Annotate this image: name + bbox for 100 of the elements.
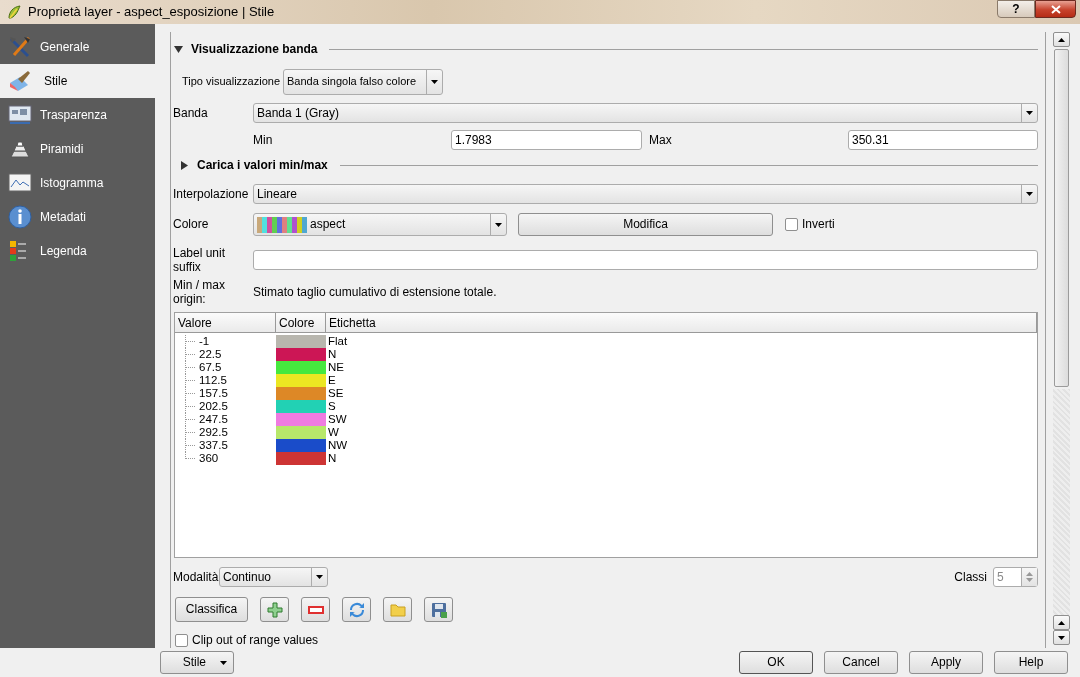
field-label: Banda <box>173 105 209 121</box>
field-label: Tipo visualizzazione <box>182 75 282 89</box>
up-arrow-icon <box>1058 620 1065 625</box>
sidebar-item[interactable]: Legenda <box>0 234 155 268</box>
caret-icon <box>316 575 323 579</box>
field-label: Interpolazione <box>173 186 250 202</box>
help-button[interactable]: ? <box>997 0 1035 18</box>
plus-icon <box>266 601 283 618</box>
interpolation-dropdown[interactable]: Lineare <box>253 184 1038 204</box>
refresh-button[interactable] <box>342 597 371 622</box>
table-cell-text: N <box>327 348 337 361</box>
spin-arrows-icon <box>1026 571 1033 583</box>
column-header[interactable]: Etichetta <box>326 313 1037 333</box>
remove-button[interactable] <box>301 597 330 622</box>
field-label: Min / max origin: <box>173 277 226 307</box>
table-cell-text: NW <box>327 439 348 452</box>
scroll-down-button[interactable] <box>1053 630 1070 645</box>
tools-icon <box>8 35 32 59</box>
table-cell-text: NE <box>327 361 344 374</box>
field-label: Modalità <box>173 569 219 585</box>
field-label: Colore <box>173 217 210 232</box>
classify-button[interactable]: Classifica <box>175 597 248 622</box>
color-swatch[interactable] <box>276 348 326 361</box>
clip-checkbox[interactable] <box>175 634 188 647</box>
scroll-up-button[interactable] <box>1053 615 1070 630</box>
table-cell-text: N <box>327 452 337 465</box>
color-swatch[interactable] <box>276 335 326 348</box>
open-button[interactable] <box>383 597 412 622</box>
table-cell-text: W <box>327 426 339 439</box>
table-cell: 202.5 <box>175 400 276 413</box>
section-title: Visualizzazione banda <box>191 41 318 57</box>
table-cell: 67.5 <box>175 361 276 374</box>
style-menu-button[interactable]: Stile <box>160 651 234 674</box>
render-type-dropdown[interactable]: Banda singola falso colore <box>283 69 443 95</box>
sidebar-item[interactable]: Trasparenza <box>0 98 155 132</box>
window-title: Proprietà layer - aspect_esposizione | Stile <box>28 4 275 20</box>
help-button[interactable]: Help <box>994 651 1068 674</box>
field-label: Max <box>649 132 673 148</box>
sidebar-item[interactable]: Generale <box>0 30 155 64</box>
refresh-icon <box>348 601 365 618</box>
column-header[interactable]: Colore <box>276 313 326 333</box>
close-icon <box>1050 4 1061 14</box>
section-title: Carica i valori min/max <box>197 157 328 173</box>
folder-icon <box>389 601 406 618</box>
color-ramp-dropdown[interactable]: aspect <box>253 213 507 236</box>
caret-icon <box>495 222 502 227</box>
caret-icon <box>220 660 227 665</box>
caret-icon <box>431 80 438 84</box>
color-swatch[interactable] <box>276 387 326 400</box>
up-arrow-icon <box>1058 37 1065 42</box>
table-cell: 247.5 <box>175 413 276 426</box>
table-cell: 112.5 <box>175 374 276 387</box>
edit-button[interactable]: Modifica <box>518 213 773 236</box>
invert-checkbox[interactable] <box>785 218 798 231</box>
app-logo-icon <box>6 4 22 20</box>
min-field[interactable]: 1.7983 <box>451 130 642 150</box>
color-swatch[interactable] <box>276 413 326 426</box>
color-swatch[interactable] <box>276 439 326 452</box>
table-cell: -1 <box>175 335 276 348</box>
cancel-button[interactable]: Cancel <box>824 651 898 674</box>
suffix-field[interactable] <box>253 250 1038 270</box>
caret-icon <box>1026 111 1033 115</box>
down-arrow-icon <box>1058 635 1065 640</box>
save-icon <box>430 601 447 618</box>
color-swatch[interactable] <box>276 361 326 374</box>
save-button[interactable] <box>424 597 453 622</box>
table-cell: 292.5 <box>175 426 276 439</box>
field-label: Classi <box>954 569 987 585</box>
color-swatch[interactable] <box>276 400 326 413</box>
add-button[interactable] <box>260 597 289 622</box>
table-cell-text: SE <box>327 387 344 400</box>
table-cell: 22.5 <box>175 348 276 361</box>
sidebar-item[interactable]: Istogramma <box>0 166 155 200</box>
column-header[interactable]: Valore <box>175 313 276 333</box>
sidebar-item[interactable]: Metadati <box>0 200 155 234</box>
ok-button[interactable]: OK <box>739 651 813 674</box>
origin-text: Stimato taglio cumulativo di estensione totale. <box>253 284 497 300</box>
map-icon <box>8 103 32 127</box>
table-cell-text: E <box>327 374 336 387</box>
scroll-up-button[interactable] <box>1053 32 1070 47</box>
max-field[interactable]: 350.31 <box>848 130 1038 150</box>
paintbrush-icon <box>8 69 32 93</box>
color-swatch[interactable] <box>276 426 326 439</box>
disclosure-triangle-icon[interactable] <box>180 160 189 170</box>
disclosure-triangle-icon[interactable] <box>174 44 183 54</box>
close-button[interactable] <box>1035 0 1076 18</box>
scrollbar-thumb[interactable] <box>1054 49 1069 387</box>
band-dropdown[interactable]: Banda 1 (Gray) <box>253 103 1038 123</box>
field-label: Min <box>253 132 274 148</box>
sidebar-item[interactable]: Piramidi <box>0 132 155 166</box>
mode-dropdown[interactable]: Continuo <box>219 567 328 587</box>
table-cell: 157.5 <box>175 387 276 400</box>
color-swatch[interactable] <box>276 374 326 387</box>
checkbox-label: Inverti <box>802 217 835 232</box>
sidebar-item[interactable]: Stile <box>0 64 155 98</box>
field-label: Label unit suffix <box>173 245 227 275</box>
color-swatch[interactable] <box>276 452 326 465</box>
apply-button[interactable]: Apply <box>909 651 983 674</box>
table-cell: 360 <box>175 452 276 465</box>
checkbox-label: Clip out of range values <box>192 633 319 648</box>
